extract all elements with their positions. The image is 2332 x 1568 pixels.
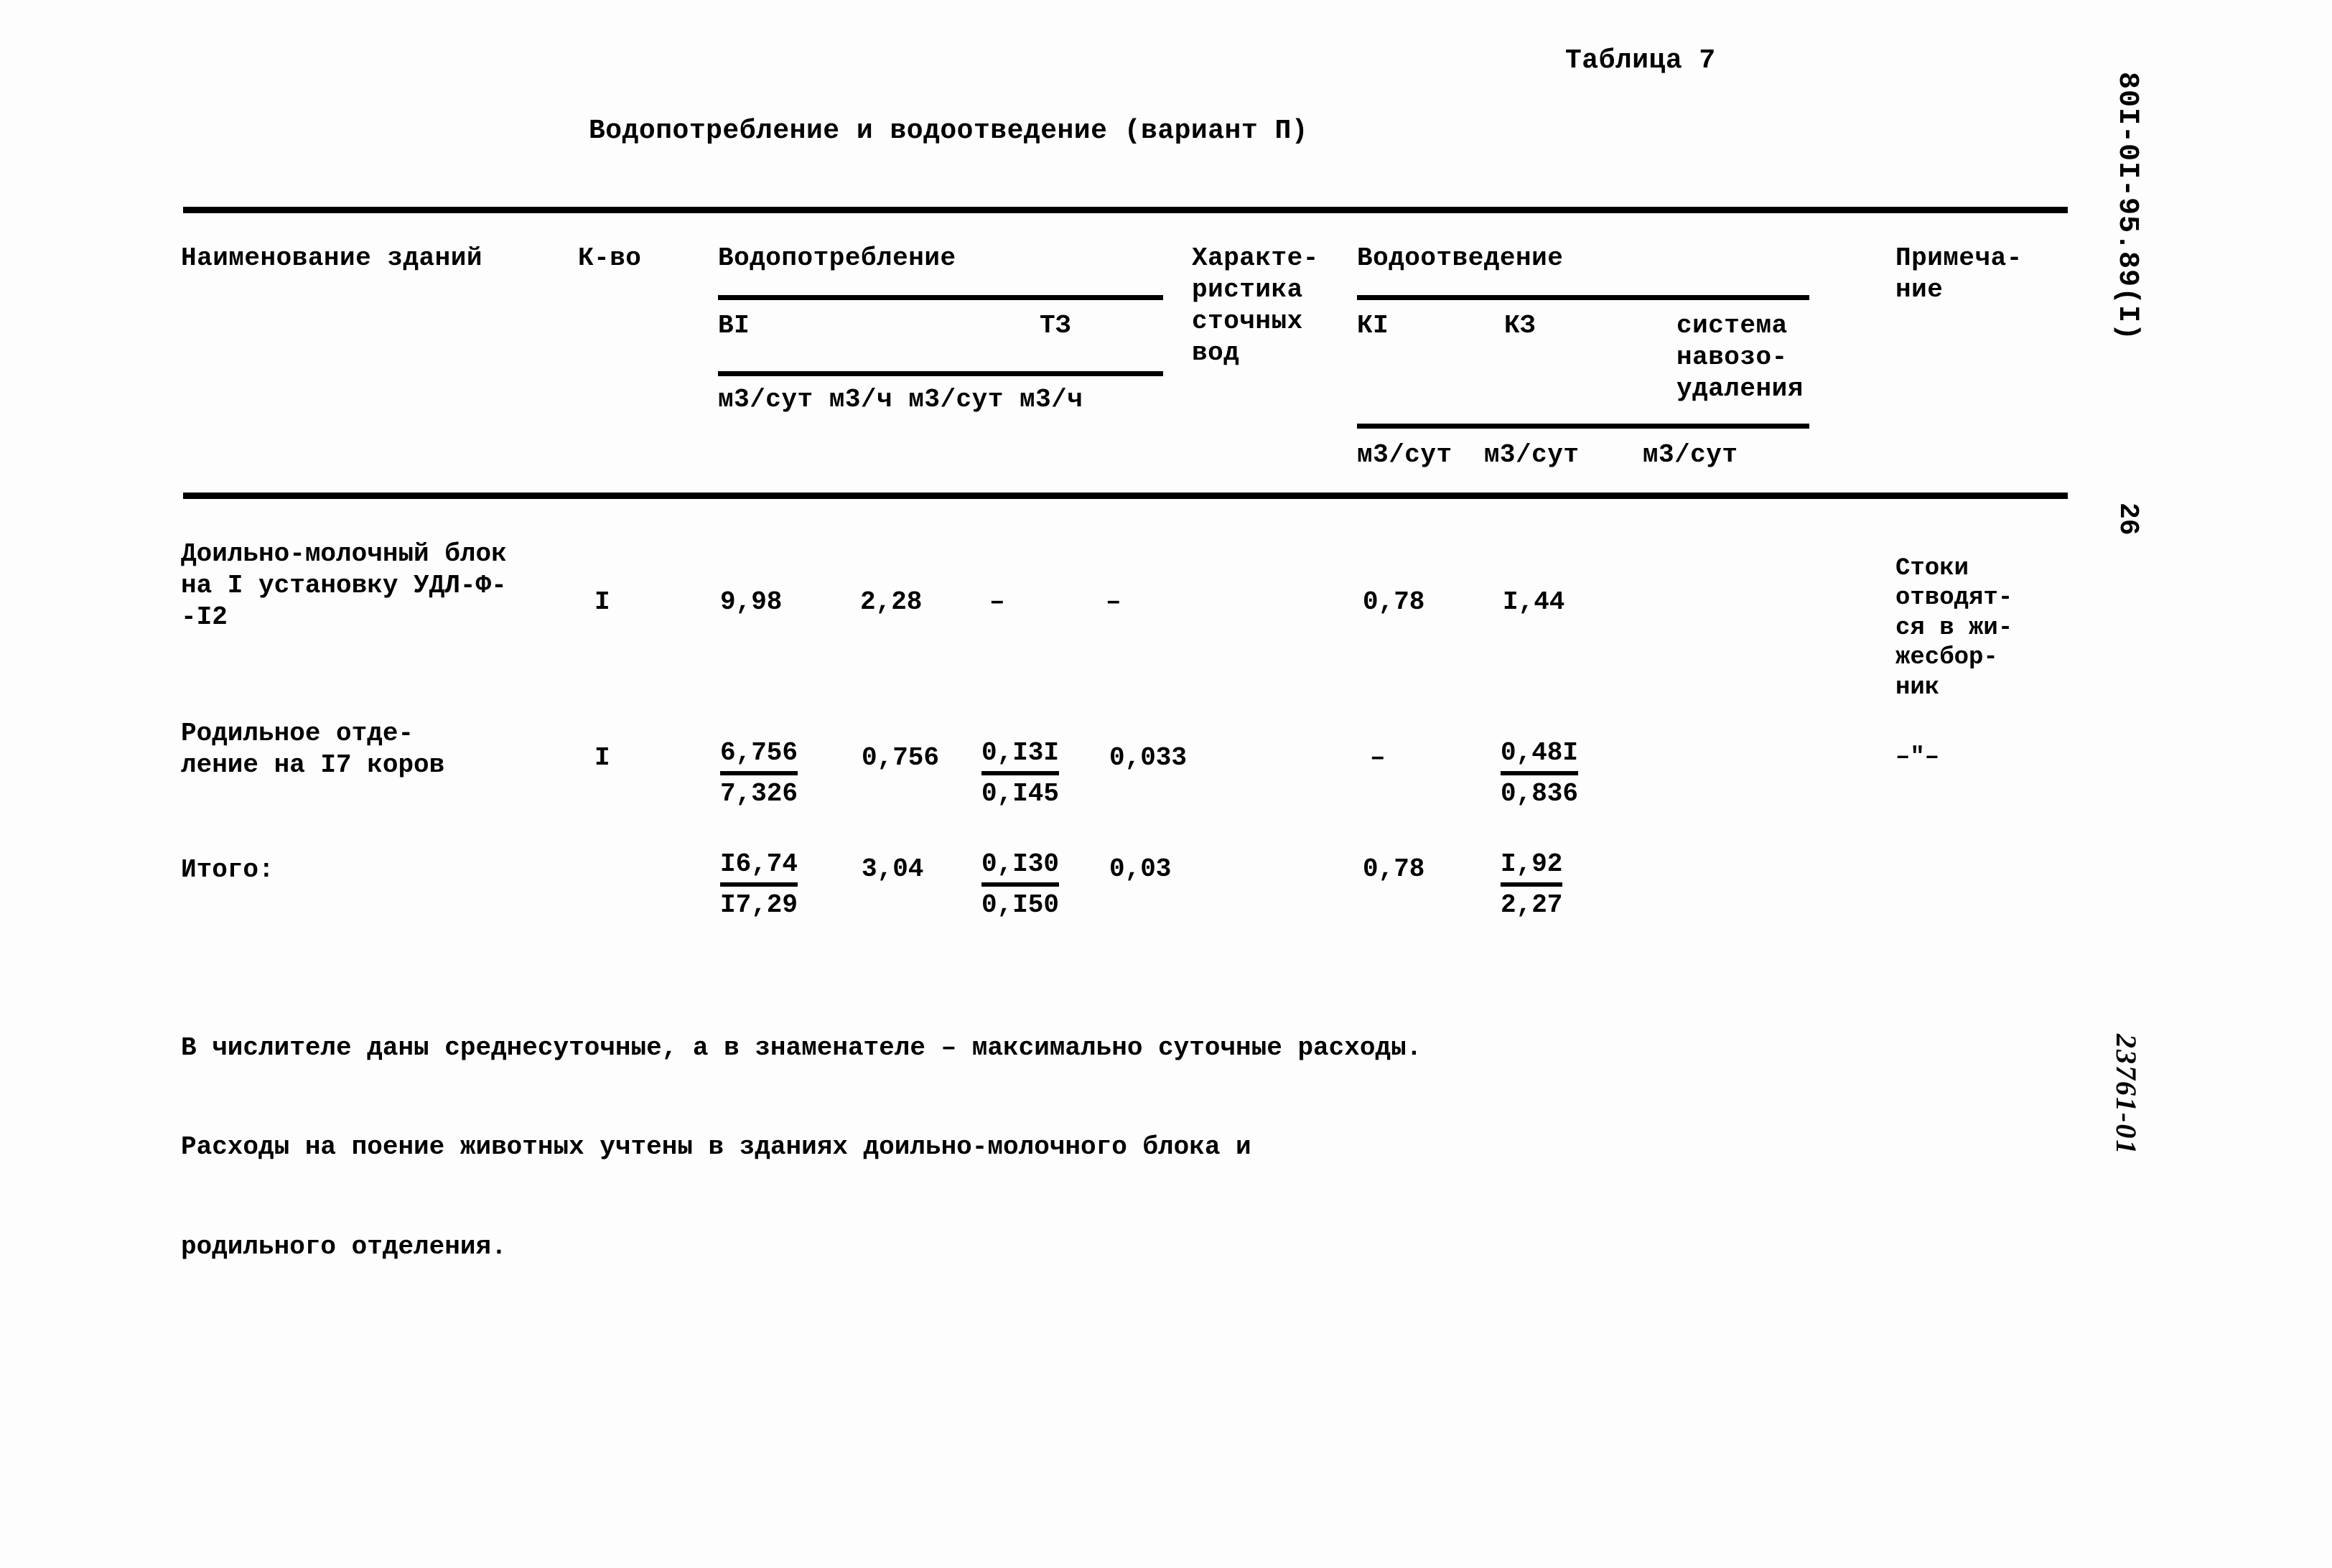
column-header-characteristic: Характе- ристика сточных вод bbox=[1192, 243, 1319, 368]
fraction-numerator: I,92 bbox=[1501, 849, 1563, 887]
column-header-water-supply: Водопотребление bbox=[718, 243, 956, 273]
water-disposal-span-rule bbox=[1357, 295, 1809, 300]
footnote-line: родильного отделения. bbox=[181, 1231, 507, 1261]
cell-k1: 0,78 bbox=[1363, 587, 1425, 617]
column-header-water-supply-units: м3/сут м3/ч м3/сут м3/ч bbox=[718, 385, 1083, 414]
margin-archive-stamp: 23761-01 bbox=[2110, 1034, 2142, 1156]
table-number-caption: Таблица 7 bbox=[1565, 45, 1716, 76]
cell-b1-sut: 9,98 bbox=[720, 587, 783, 617]
cell-k1: – bbox=[1370, 743, 1386, 773]
cell-k3-fraction: I,92 2,27 bbox=[1501, 849, 1563, 921]
margin-document-code: 80I-0I-95.89(I) bbox=[2111, 72, 2143, 342]
table-footnotes: В числителе даны среднесуточные, а в зна… bbox=[181, 966, 1422, 1330]
water-supply-span-rule bbox=[718, 295, 1163, 300]
document-page: Таблица 7 Водопотребление и водоотведени… bbox=[0, 0, 2332, 1568]
cell-b1-ch: 3,04 bbox=[862, 854, 924, 884]
table-title: Водопотребление и водоотведение (вариант… bbox=[589, 116, 1309, 146]
fraction-numerator: 0,48I bbox=[1501, 737, 1579, 775]
cell-k1: 0,78 bbox=[1363, 854, 1425, 884]
water-supply-units-rule bbox=[718, 371, 1163, 376]
water-disposal-units-rule bbox=[1357, 424, 1809, 429]
fraction-denominator: 0,836 bbox=[1501, 778, 1579, 808]
cell-t3-ch: 0,033 bbox=[1109, 743, 1188, 773]
cell-b1-sut-fraction: 6,756 7,326 bbox=[720, 737, 798, 810]
cell-count: I bbox=[594, 587, 610, 617]
cell-k3-fraction: 0,48I 0,836 bbox=[1501, 737, 1579, 810]
fraction-denominator: 2,27 bbox=[1501, 890, 1563, 920]
column-header-manure-system: система навозо- удаления bbox=[1676, 311, 1804, 403]
cell-t3-sut-fraction: 0,I30 0,I50 bbox=[981, 849, 1060, 921]
cell-t3-ch: 0,03 bbox=[1109, 854, 1172, 884]
fraction-numerator: 0,I3I bbox=[981, 737, 1060, 775]
column-header-name: Наименование зданий bbox=[181, 243, 482, 273]
column-header-t3: ТЗ bbox=[1040, 311, 1072, 340]
column-header-water-disposal-units: м3/сут м3/сут м3/сут bbox=[1357, 440, 1738, 470]
table-row-total: Итого: bbox=[181, 855, 274, 885]
column-header-b1: ВI bbox=[718, 311, 750, 340]
margin-page-number: 26 bbox=[2112, 503, 2143, 536]
cell-t3-sut: – bbox=[989, 587, 1005, 617]
cell-b1-ch: 0,756 bbox=[862, 743, 940, 773]
column-header-note: Примеча- ние bbox=[1895, 243, 2023, 304]
cell-note: Стоки отводят- ся в жи- жесбор- ник bbox=[1895, 555, 2013, 701]
cell-b1-sut-fraction: I6,74 I7,29 bbox=[720, 849, 798, 921]
fraction-numerator: 0,I30 bbox=[981, 849, 1060, 887]
footnote-line: В числителе даны среднесуточные, а в зна… bbox=[181, 1033, 1422, 1063]
column-header-k3: КЗ bbox=[1504, 311, 1536, 340]
fraction-denominator: I7,29 bbox=[720, 890, 798, 920]
column-header-water-disposal: Водоотведение bbox=[1357, 243, 1564, 273]
table-row: Родильное отде- ление на I7 коров bbox=[181, 719, 445, 780]
cell-b1-ch: 2,28 bbox=[860, 587, 923, 617]
cell-t3-sut-fraction: 0,I3I 0,I45 bbox=[981, 737, 1060, 810]
table-top-rule bbox=[183, 207, 2068, 213]
fraction-denominator: 0,I45 bbox=[981, 778, 1060, 808]
table-row: Доильно-молочный блок на I установку УДЛ… bbox=[181, 539, 507, 632]
column-header-count: К-во bbox=[578, 243, 642, 273]
cell-t3-ch: – bbox=[1106, 587, 1121, 617]
footnote-line: Расходы на поение животных учтены в здан… bbox=[181, 1132, 1251, 1162]
cell-count: I bbox=[594, 743, 610, 773]
column-header-k1: КI bbox=[1357, 311, 1389, 340]
fraction-numerator: I6,74 bbox=[720, 849, 798, 887]
cell-k3: I,44 bbox=[1503, 587, 1565, 617]
fraction-numerator: 6,756 bbox=[720, 737, 798, 775]
fraction-denominator: 7,326 bbox=[720, 778, 798, 808]
cell-note: –"– bbox=[1895, 744, 1940, 771]
fraction-denominator: 0,I50 bbox=[981, 890, 1060, 920]
table-header-bottom-rule bbox=[183, 493, 2068, 499]
